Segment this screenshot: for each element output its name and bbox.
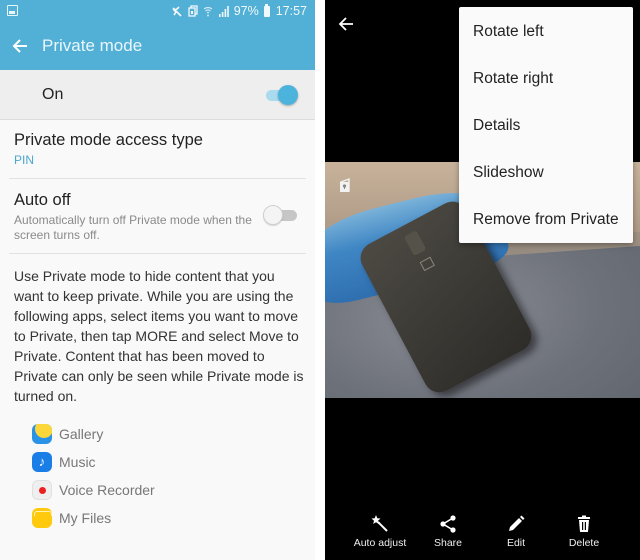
auto-adjust-label: Auto adjust — [353, 537, 407, 549]
auto-off-summary: Automatically turn off Private mode when… — [14, 213, 252, 242]
voice-recorder-icon — [32, 480, 52, 500]
image-notification-icon — [7, 5, 18, 16]
toggle-thumb — [278, 85, 298, 105]
status-bar: 97% 17:57 — [0, 0, 315, 22]
master-switch-label: On — [42, 86, 64, 103]
phone-logo — [419, 256, 435, 272]
app-label: Voice Recorder — [59, 482, 155, 498]
menu-item-slideshow[interactable]: Slideshow — [473, 164, 544, 182]
menu-item-details[interactable]: Details — [473, 117, 520, 135]
app-label: My Files — [59, 510, 112, 526]
signal-icon — [218, 5, 229, 17]
app-label: Music — [59, 454, 96, 470]
battery-icon — [263, 3, 270, 17]
divider — [9, 253, 306, 254]
auto-adjust-button[interactable]: Auto adjust — [345, 510, 415, 555]
divider — [9, 178, 306, 179]
status-icons: 97% 17:57 — [172, 3, 307, 19]
app-bar: 97% 17:57 Private mode — [0, 0, 315, 70]
gallery-viewer-screen: Rotate left Rotate right Details Slidesh… — [325, 0, 640, 560]
toggle-thumb — [263, 205, 283, 225]
edit-button[interactable]: Edit — [481, 510, 551, 555]
phone-camera — [403, 230, 427, 257]
app-item-music: ♪ Music — [32, 448, 155, 476]
access-type-value: PIN — [14, 153, 35, 167]
access-type-title: Private mode access type — [14, 131, 203, 149]
wifi-icon — [203, 6, 213, 16]
share-icon — [440, 515, 456, 533]
page-title: Private mode — [42, 36, 143, 55]
screen-separator — [315, 0, 325, 560]
private-lock-icon — [340, 177, 350, 192]
battery-percent: 97% — [233, 4, 259, 18]
master-switch-row[interactable]: On — [0, 70, 315, 120]
share-button[interactable]: Share — [413, 510, 483, 555]
private-mode-toggle[interactable] — [264, 85, 300, 105]
trash-icon — [578, 515, 590, 532]
bottom-toolbar: Auto adjust Share Edit Delete — [325, 510, 640, 560]
private-mode-description: Use Private mode to hide content that yo… — [14, 268, 304, 404]
my-files-icon — [32, 508, 52, 528]
overflow-menu: Rotate left Rotate right Details Slidesh… — [459, 7, 633, 243]
auto-off-title: Auto off — [14, 191, 71, 209]
app-label: Gallery — [59, 426, 104, 442]
supported-apps-list: Gallery ♪ Music Voice Recorder My Files — [32, 420, 155, 532]
edit-label: Edit — [506, 537, 526, 549]
music-icon: ♪ — [32, 452, 52, 472]
title-bar: Private mode — [0, 22, 315, 70]
menu-item-rotate-right[interactable]: Rotate right — [473, 70, 553, 88]
auto-off-toggle[interactable] — [263, 205, 299, 225]
private-mode-settings-screen: 97% 17:57 Private mode On Private mode a… — [0, 0, 315, 560]
share-label: Share — [433, 537, 463, 549]
delete-button[interactable]: Delete — [549, 510, 619, 555]
app-item-voice-recorder: Voice Recorder — [32, 476, 155, 504]
nfc-icon — [188, 5, 198, 17]
delete-label: Delete — [568, 537, 600, 549]
app-item-gallery: Gallery — [32, 420, 155, 448]
gallery-icon — [32, 424, 52, 444]
magic-wand-icon — [371, 515, 388, 532]
back-arrow-icon[interactable] — [11, 34, 29, 58]
clock: 17:57 — [275, 4, 307, 18]
back-arrow-icon[interactable] — [337, 14, 355, 34]
menu-item-rotate-left[interactable]: Rotate left — [473, 23, 544, 41]
pencil-icon — [509, 515, 525, 531]
app-item-my-files: My Files — [32, 504, 155, 532]
mute-vibrate-icon — [172, 5, 182, 17]
menu-item-remove-from-private[interactable]: Remove from Private — [473, 211, 619, 229]
